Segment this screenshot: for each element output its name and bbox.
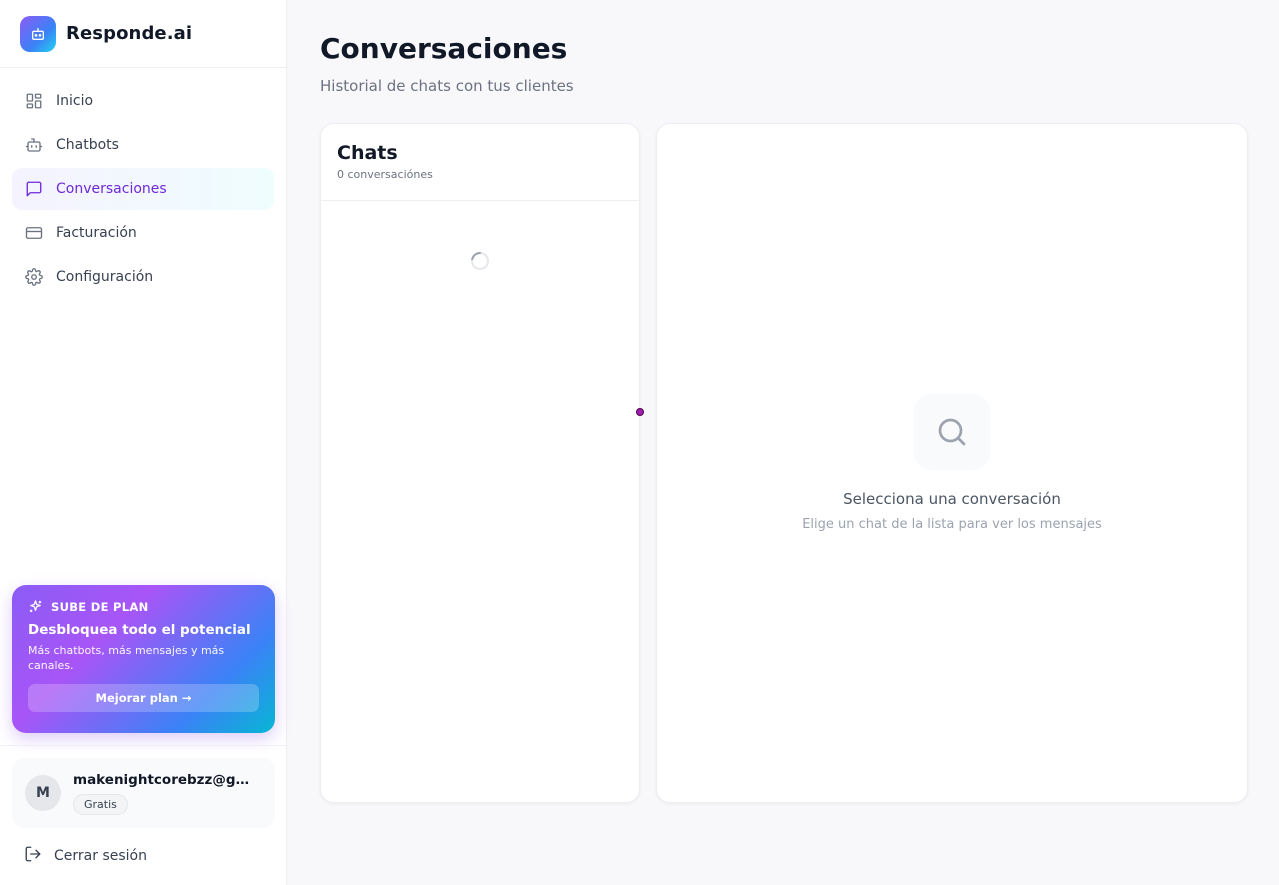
- upgrade-title: Desbloquea todo el potencial: [28, 622, 251, 638]
- upgrade-plan-card: SUBE DE PLAN Desbloquea todo el potencia…: [12, 585, 275, 733]
- page-subtitle: Historial de chats con tus clientes: [320, 77, 574, 95]
- gear-icon: [24, 267, 44, 287]
- chat-list-header: Chats 0 conversaciónes: [321, 124, 639, 201]
- sidebar-item-label: Conversaciones: [56, 181, 167, 197]
- chat-bubble-icon: [24, 179, 44, 199]
- logout-label: Cerrar sesión: [54, 848, 147, 864]
- sidebar-item-chatbots[interactable]: Chatbots: [12, 124, 274, 166]
- dashboard-grid-icon: [24, 91, 44, 111]
- conversation-detail-panel: Selecciona una conversación Elige un cha…: [656, 123, 1248, 803]
- empty-state-description: Elige un chat de la lista para ver los m…: [802, 517, 1102, 532]
- brand[interactable]: Responde.ai: [0, 0, 286, 68]
- loading-spinner-icon: [470, 251, 490, 271]
- sidebar-item-label: Inicio: [56, 93, 94, 109]
- sidebar-item-configuracion[interactable]: Configuración: [12, 256, 274, 298]
- upgrade-plan-button[interactable]: Mejorar plan →: [28, 684, 259, 712]
- search-icon: [914, 394, 990, 470]
- plan-badge: Gratis: [73, 793, 128, 815]
- logout-button[interactable]: Cerrar sesión: [24, 844, 147, 868]
- robot-icon: [24, 135, 44, 155]
- user-email: makenightcorebzz@gmail.com: [73, 771, 263, 788]
- page-title: Conversaciones: [320, 32, 568, 65]
- sidebar-divider: [0, 745, 287, 746]
- upgrade-badge-label: SUBE DE PLAN: [51, 599, 149, 614]
- sidebar-item-conversaciones[interactable]: Conversaciones: [12, 168, 274, 210]
- empty-state-title: Selecciona una conversación: [843, 490, 1061, 508]
- sparkles-icon: [28, 599, 43, 614]
- brand-name: Responde.ai: [66, 23, 193, 44]
- sidebar-item-label: Configuración: [56, 269, 154, 285]
- robot-logo-icon: [20, 15, 56, 52]
- credit-card-icon: [24, 223, 44, 243]
- avatar: M: [25, 775, 61, 811]
- chat-list-panel: Chats 0 conversaciónes: [320, 123, 640, 803]
- sidebar-item-facturacion[interactable]: Facturación: [12, 212, 274, 254]
- sidebar-item-label: Chatbots: [56, 137, 119, 153]
- conversation-count: 0 conversaciónes: [337, 168, 433, 181]
- chat-list-title: Chats: [337, 142, 398, 164]
- upgrade-description: Más chatbots, más mensajes y más canales…: [28, 644, 225, 672]
- user-card[interactable]: M makenightcorebzz@gmail.com Gratis: [12, 758, 275, 828]
- logout-icon: [24, 845, 42, 867]
- upgrade-badge: SUBE DE PLAN: [28, 599, 259, 614]
- sidebar: Responde.ai Inicio Chatbots Conversacion…: [0, 0, 287, 885]
- sidebar-item-label: Facturación: [56, 225, 137, 241]
- sidebar-nav: Inicio Chatbots Conversaciones Facturaci…: [0, 68, 286, 298]
- sidebar-item-inicio[interactable]: Inicio: [12, 80, 274, 122]
- user-info: makenightcorebzz@gmail.com Gratis: [73, 772, 263, 815]
- panel-resize-handle[interactable]: [636, 408, 644, 416]
